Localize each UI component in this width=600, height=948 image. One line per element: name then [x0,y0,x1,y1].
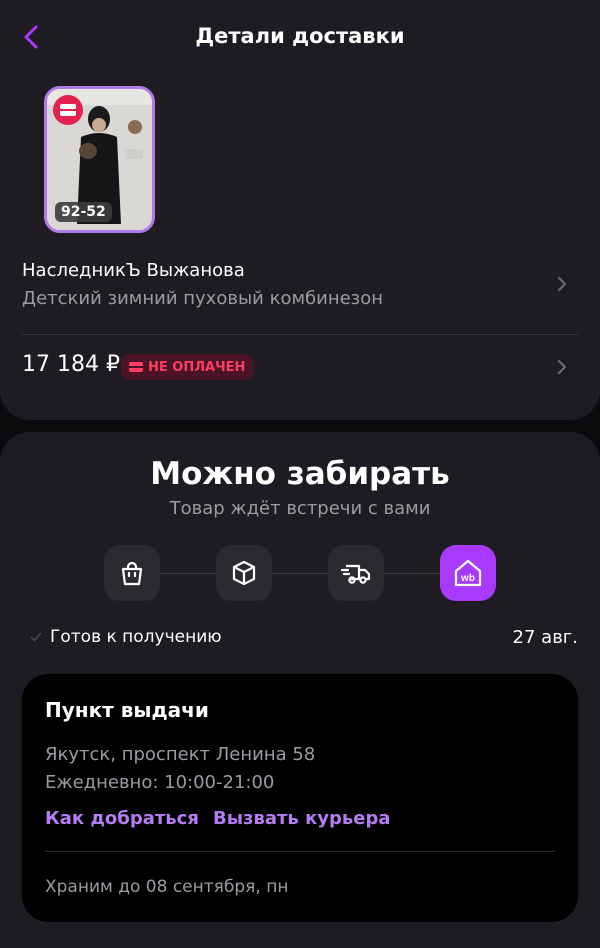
size-badge: 92-52 [55,202,112,222]
bag-icon [121,561,143,586]
pickup-title: Пункт выдачи [45,698,209,722]
payment-status-label: НЕ ОПЛАЧЕН [148,359,246,375]
step-ordered [104,545,160,601]
status-subtitle: Товар ждёт встречи с вами [169,498,431,519]
step-in-transit [328,545,384,601]
step-ready-pickup: wb [440,545,496,601]
pickup-point-card: Пункт выдачи Якутск, проспект Ленина 58 … [22,674,578,922]
pickup-address: Якутск, проспект Ленина 58 [45,744,316,765]
divider [45,851,555,852]
ready-status-row: Готов к получению [30,627,222,647]
box-icon [232,560,256,586]
order-summary-card: Детали доставки 92-52 НаследникЪ Выжанов… [0,0,600,420]
truck-icon [340,564,371,584]
step-packed [216,545,272,601]
card-icon [129,362,143,372]
call-courier-link[interactable]: Вызвать курьера [213,808,391,829]
divider [22,334,578,335]
svg-text:wb: wb [460,573,475,584]
product-image[interactable]: 92-52 [44,86,155,233]
storage-deadline: Храним до 08 сентября, пн [45,877,289,897]
cart-badge-icon [53,95,83,125]
chevron-right-icon[interactable] [552,274,572,294]
product-brand[interactable]: НаследникЪ Выжанова [22,260,245,281]
pickup-hours: Ежедневно: 10:00-21:00 [45,772,275,793]
product-name[interactable]: Детский зимний пуховый комбинезон [22,288,383,309]
price: 17 184 ₽ [22,352,120,377]
delivery-status-card: Можно забирать Товар ждёт встречи с вами [0,432,600,948]
payment-status-badge: НЕ ОПЛАЧЕН [121,354,254,380]
directions-link[interactable]: Как добраться [45,808,199,829]
page-title: Детали доставки [195,24,405,48]
chevron-right-icon[interactable] [552,357,572,377]
status-title: Можно забирать [150,456,450,492]
check-icon [30,632,42,642]
ready-date: 27 авг. [512,627,578,648]
progress-track [160,573,450,574]
ready-label: Готов к получению [50,627,222,647]
wb-pickup-icon: wb [454,559,482,587]
